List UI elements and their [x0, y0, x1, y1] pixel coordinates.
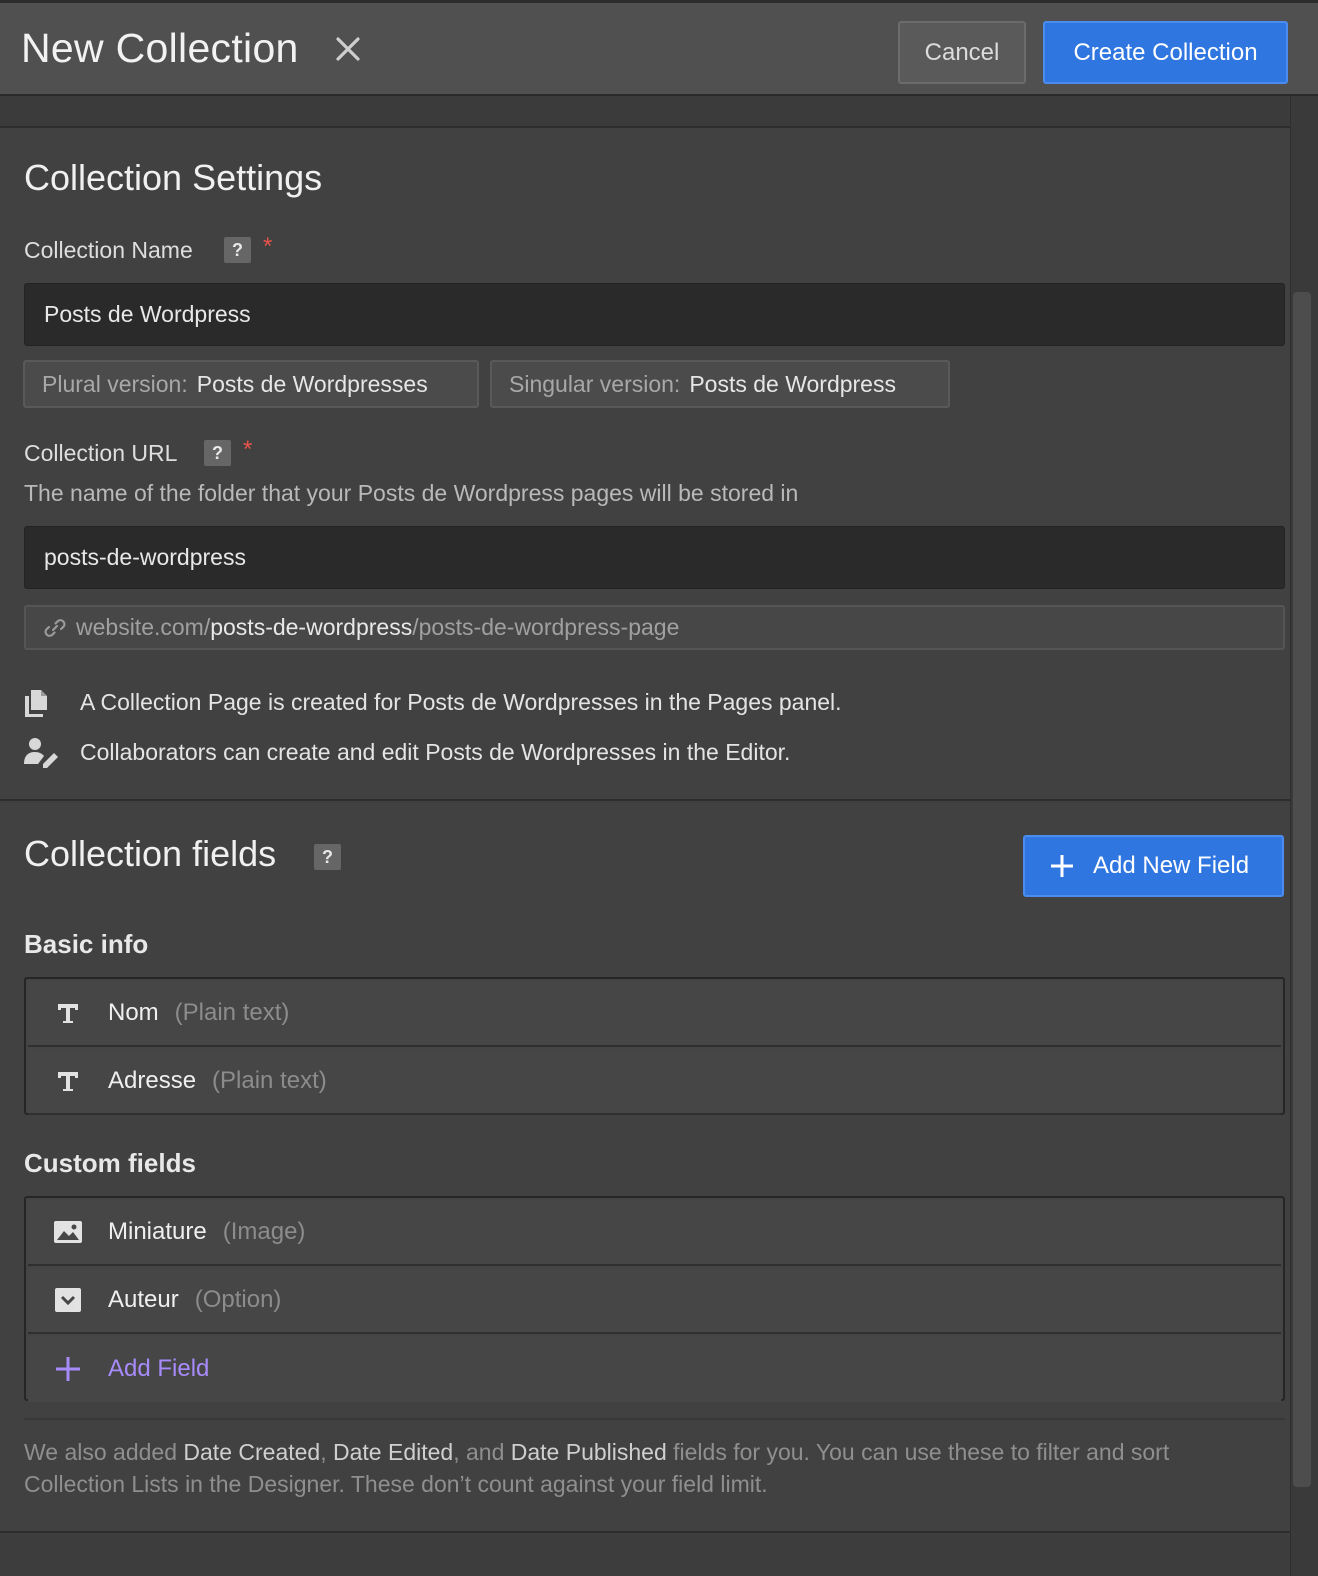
collection-url-description: The name of the folder that your Posts d…: [24, 480, 799, 506]
scrollbar-thumb[interactable]: [1293, 292, 1311, 1487]
collection-fields-heading: Collection fields: [24, 833, 277, 874]
required-indicator: *: [263, 233, 273, 260]
text-icon: [28, 1001, 108, 1025]
collection-name-input[interactable]: Posts de Wordpress: [24, 283, 1285, 346]
field-row-auteur[interactable]: Auteur (Option): [28, 1268, 1281, 1334]
custom-fields-group: Miniature (Image) Auteur (Option) Add Fi…: [24, 1196, 1285, 1402]
modal-title: New Collection: [21, 25, 299, 71]
divider: [24, 1418, 1285, 1420]
singular-version-value: Posts de Wordpress: [689, 370, 896, 397]
collection-url-input[interactable]: posts-de-wordpress: [24, 526, 1285, 589]
add-field-label: Add Field: [108, 1355, 210, 1382]
footnote-text: We also added: [24, 1439, 184, 1465]
help-icon[interactable]: ?: [314, 844, 341, 870]
date-fields-footnote: We also added Date Created, Date Edited,…: [24, 1436, 1264, 1500]
collection-settings-heading: Collection Settings: [24, 157, 323, 198]
field-row-nom[interactable]: Nom (Plain text): [28, 981, 1281, 1047]
footnote-date-created: Date Created: [183, 1439, 321, 1465]
modal-header: New Collection Cancel Create Collection: [0, 0, 1318, 96]
plural-version-value: Posts de Wordpresses: [196, 370, 428, 397]
next-section-panel: [0, 1535, 1290, 1576]
footnote-date-published: Date Published: [510, 1439, 667, 1465]
add-field-row[interactable]: Add Field: [28, 1336, 1281, 1402]
add-new-field-button[interactable]: Add New Field: [1023, 835, 1284, 897]
field-name: Auteur: [108, 1286, 179, 1313]
header-spacer: [0, 96, 1290, 128]
plus-icon: [1051, 855, 1073, 877]
create-collection-button[interactable]: Create Collection: [1043, 21, 1288, 84]
field-row-miniature[interactable]: Miniature (Image): [28, 1200, 1281, 1266]
basic-info-heading: Basic info: [24, 929, 149, 959]
field-type: (Image): [222, 1218, 306, 1245]
collaborator-edit-icon: [23, 736, 61, 773]
plus-icon: [28, 1356, 108, 1382]
url-preview: website.com/ posts-de-wordpress /posts-d…: [24, 605, 1285, 650]
add-new-field-label: Add New Field: [1093, 852, 1250, 879]
link-icon: [42, 615, 68, 641]
plural-version-label: Plural version:: [42, 370, 188, 397]
url-preview-domain: website.com/: [76, 614, 211, 640]
custom-fields-heading: Custom fields: [24, 1148, 196, 1178]
field-type: (Plain text): [212, 1067, 327, 1094]
field-type: (Plain text): [174, 999, 290, 1026]
url-preview-folder: posts-de-wordpress: [210, 614, 413, 640]
cancel-button[interactable]: Cancel: [898, 21, 1026, 84]
help-icon[interactable]: ?: [204, 440, 231, 466]
field-name: Nom: [108, 999, 159, 1026]
url-preview-page: /posts-de-wordpress-page: [412, 614, 680, 640]
field-name: Miniature: [108, 1218, 207, 1245]
close-icon[interactable]: [332, 33, 364, 65]
plural-version-field[interactable]: Plural version: Posts de Wordpresses: [23, 360, 479, 408]
required-indicator: *: [243, 436, 253, 463]
footnote-text: ,: [320, 1439, 333, 1465]
singular-version-field[interactable]: Singular version: Posts de Wordpress: [490, 360, 950, 408]
footnote-text: , and: [453, 1439, 511, 1465]
collection-page-info: A Collection Page is created for Posts d…: [80, 689, 842, 715]
singular-version-label: Singular version:: [509, 370, 681, 397]
text-icon: [28, 1069, 108, 1093]
image-icon: [28, 1221, 108, 1243]
footnote-date-edited: Date Edited: [333, 1439, 454, 1465]
field-type: (Option): [194, 1286, 282, 1313]
basic-info-group: Nom (Plain text) Adresse (Plain text): [24, 977, 1285, 1115]
help-icon[interactable]: ?: [224, 237, 251, 263]
pages-icon: [23, 688, 51, 723]
collection-url-label: Collection URL: [24, 440, 178, 466]
collection-name-label: Collection Name: [24, 237, 193, 263]
field-name: Adresse: [108, 1067, 197, 1094]
option-icon: [28, 1288, 108, 1312]
field-row-adresse[interactable]: Adresse (Plain text): [28, 1049, 1281, 1115]
collaborators-info: Collaborators can create and edit Posts …: [80, 739, 791, 765]
